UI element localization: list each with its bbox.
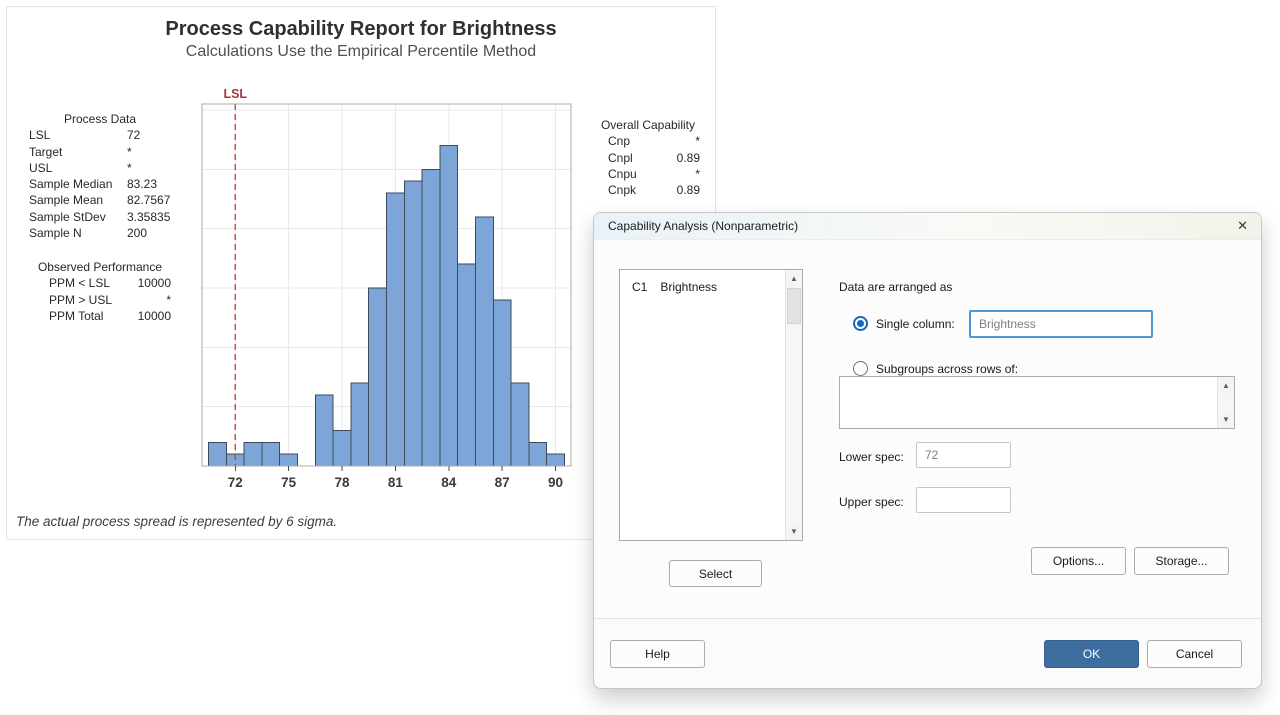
- stat-row: PPM < LSL10000: [29, 275, 171, 291]
- report-title: Process Capability Report for Brightness: [7, 18, 715, 41]
- dialog-titlebar[interactable]: Capability Analysis (Nonparametric) ✕: [594, 213, 1261, 240]
- scroll-up-icon[interactable]: ▲: [786, 270, 802, 287]
- stat-row: Sample Median83.23: [29, 176, 171, 192]
- close-icon[interactable]: ✕: [1237, 218, 1248, 234]
- x-axis: 72 75 78 81 84 87 90: [228, 466, 563, 490]
- overall-capability-table: Cnp*Cnpl0.89Cnpu*Cnpk0.89: [596, 133, 700, 198]
- stat-row: Sample Mean82.7567: [29, 192, 171, 208]
- options-button[interactable]: Options...: [1031, 547, 1126, 575]
- overall-capability-panel: Overall Capability Cnp*Cnpl0.89Cnpu*Cnpk…: [596, 117, 700, 198]
- x-axis-tick-label: 81: [388, 475, 404, 490]
- stat-row: PPM > USL*: [29, 292, 171, 308]
- overall-capability-heading: Overall Capability: [596, 117, 700, 133]
- scrollbar-thumb[interactable]: [787, 288, 801, 324]
- upper-spec-input[interactable]: [916, 487, 1011, 513]
- lower-spec-input[interactable]: [916, 442, 1011, 468]
- textarea-scrollbar[interactable]: ▲ ▼: [1217, 377, 1234, 428]
- scroll-down-icon[interactable]: ▼: [786, 523, 802, 540]
- capability-analysis-dialog: Capability Analysis (Nonparametric) ✕ C1…: [593, 212, 1262, 689]
- subgroups-label: Subgroups across rows of:: [876, 362, 1018, 376]
- process-data-heading: Process Data: [29, 111, 171, 127]
- stat-row: Cnp*: [596, 133, 700, 149]
- process-data-table: LSL72Target*USL*Sample Median83.23Sample…: [29, 127, 171, 241]
- x-axis-tick-label: 87: [495, 475, 510, 490]
- observed-performance-heading: Observed Performance: [29, 259, 171, 275]
- dialog-footer: Help OK Cancel: [594, 618, 1261, 688]
- stat-row: Cnpu*: [596, 166, 700, 182]
- lower-spec-label: Lower spec:: [839, 450, 904, 464]
- stat-row: Sample N200: [29, 225, 171, 241]
- stat-row: Sample StDev3.35835: [29, 209, 171, 225]
- stat-row: Cnpl0.89: [596, 150, 700, 166]
- scroll-down-icon[interactable]: ▼: [1218, 411, 1234, 428]
- x-axis-tick-label: 78: [335, 475, 351, 490]
- column-list-item[interactable]: C1Brightness: [620, 270, 785, 294]
- subgroups-textarea[interactable]: ▲ ▼: [839, 376, 1235, 429]
- histogram-chart: LSL 72 75 78 81 84 87 90: [181, 83, 591, 498]
- stat-row: LSL72: [29, 127, 171, 143]
- dialog-title: Capability Analysis (Nonparametric): [608, 219, 798, 233]
- report-footnote: The actual process spread is represented…: [16, 514, 337, 529]
- observed-performance-table: PPM < LSL10000PPM > USL*PPM Total10000: [29, 275, 171, 324]
- x-axis-tick-label: 72: [228, 475, 243, 490]
- upper-spec-label: Upper spec:: [839, 495, 904, 509]
- report-subtitle: Calculations Use the Empirical Percentil…: [7, 43, 715, 61]
- process-data-panel: Process Data LSL72Target*USL*Sample Medi…: [29, 111, 171, 241]
- ok-button[interactable]: OK: [1044, 640, 1139, 668]
- stat-row: PPM Total10000: [29, 308, 171, 324]
- stat-row: USL*: [29, 160, 171, 176]
- columns-list: C1Brightness: [620, 270, 785, 540]
- single-column-label: Single column:: [876, 317, 955, 331]
- x-axis-tick-label: 75: [281, 475, 297, 490]
- x-axis-tick-label: 84: [441, 475, 457, 490]
- storage-button[interactable]: Storage...: [1134, 547, 1229, 575]
- single-column-input[interactable]: [969, 310, 1153, 338]
- stat-row: Target*: [29, 144, 171, 160]
- listbox-scrollbar[interactable]: ▲ ▼: [785, 270, 802, 540]
- scroll-up-icon[interactable]: ▲: [1218, 377, 1234, 394]
- cancel-button[interactable]: Cancel: [1147, 640, 1242, 668]
- columns-listbox[interactable]: C1Brightness ▲ ▼: [619, 269, 803, 541]
- data-arranged-label: Data are arranged as: [839, 280, 952, 294]
- select-button[interactable]: Select: [669, 560, 762, 587]
- single-column-radio[interactable]: [853, 316, 868, 331]
- stat-row: Cnpk0.89: [596, 182, 700, 198]
- help-button[interactable]: Help: [610, 640, 705, 668]
- lsl-label: LSL: [223, 87, 247, 101]
- x-axis-tick-label: 90: [548, 475, 563, 490]
- subgroups-radio[interactable]: [853, 361, 868, 376]
- observed-performance-panel: Observed Performance PPM < LSL10000PPM >…: [29, 259, 171, 324]
